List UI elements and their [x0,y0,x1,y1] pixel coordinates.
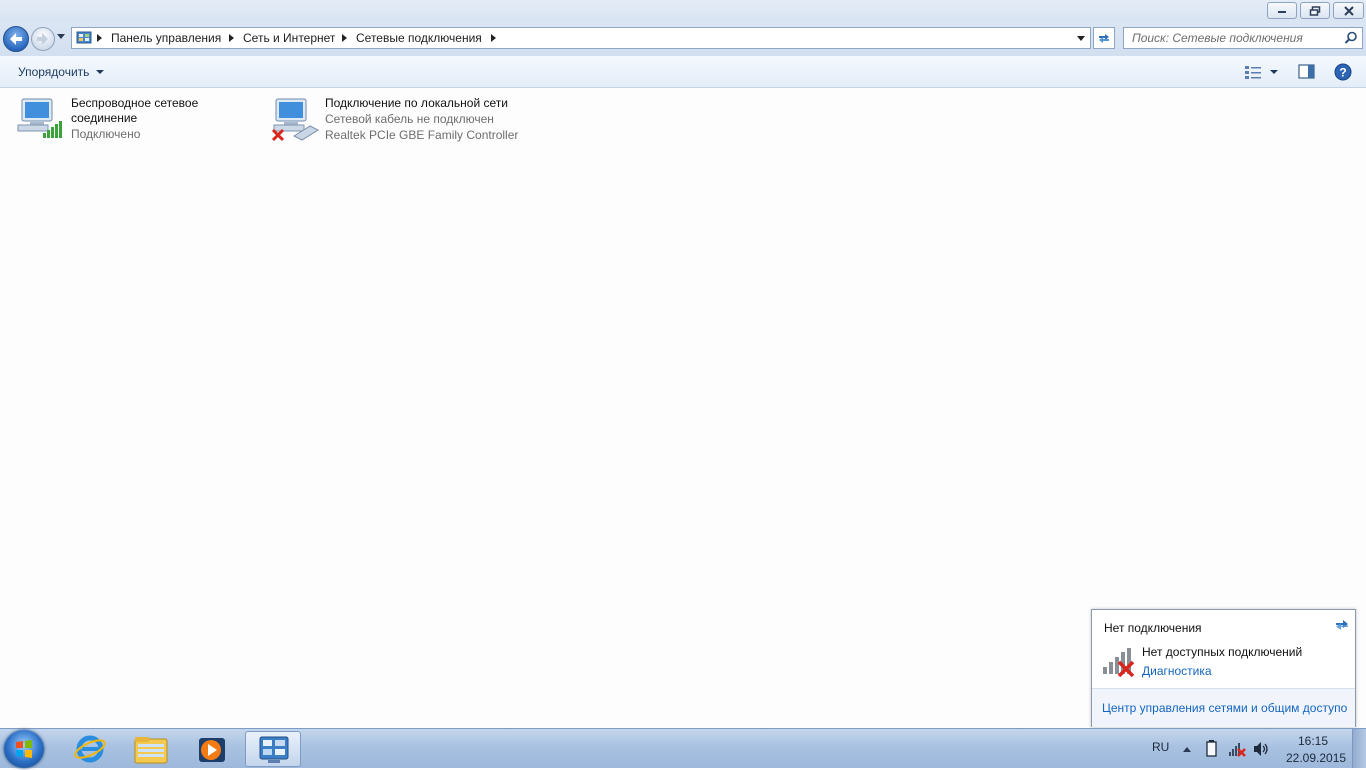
restore-button[interactable] [1300,2,1330,19]
forward-arrow-icon [37,33,48,45]
windows-logo-icon [16,740,32,758]
command-toolbar: Упорядочить ? [0,56,1366,88]
connection-name: Беспроводное сетевое [71,96,199,110]
taskbar: RU 16:15 22.09.2015 [0,728,1366,768]
flyout-footer: Центр управления сетями и общим доступо [1092,688,1355,727]
organize-chevron-down-icon[interactable] [96,70,104,74]
restore-icon [1309,5,1321,16]
search-input[interactable] [1124,28,1346,48]
organize-button[interactable]: Упорядочить [18,65,89,79]
close-button[interactable] [1333,2,1364,19]
breadcrumb-control-panel[interactable]: Панель управления [111,31,221,45]
search-box[interactable] [1123,27,1363,49]
change-view-icon[interactable] [1244,64,1264,80]
address-bar[interactable]: Панель управления Сеть и Интернет Сетевы… [71,27,1091,49]
svg-text:?: ? [1339,66,1346,80]
taskbar-control-panel[interactable] [245,731,301,767]
no-connections-text: Нет доступных подключений [1142,645,1303,659]
volume-icon[interactable] [1252,740,1270,758]
breadcrumb-separator-icon[interactable] [342,34,347,42]
close-icon [1343,5,1354,16]
lan-connection-item[interactable]: Подключение по локальной сети Сетевой ка… [270,96,530,146]
wireless-network-icon [17,98,62,138]
minimize-button[interactable] [1267,2,1297,19]
connection-name: Подключение по локальной сети [325,96,508,110]
taskbar-explorer[interactable] [123,731,179,767]
breadcrumb-separator-icon[interactable] [491,34,496,42]
connection-status: Подключено [71,127,141,141]
back-arrow-icon [10,33,22,45]
address-history-chevron-down-icon[interactable] [1077,36,1085,41]
clock-time[interactable]: 16:15 [1298,734,1328,748]
clock-date[interactable]: 22.09.2015 [1286,751,1346,765]
folder-icon [134,737,168,764]
battery-icon[interactable] [1206,740,1218,758]
refresh-icon [1099,34,1109,43]
connection-status: Сетевой кабель не подключен [325,112,494,126]
taskbar-internet-explorer[interactable] [62,731,118,767]
network-flyout: Нет подключения Нет доступных подключени… [1091,609,1356,727]
help-icon[interactable]: ? [1334,63,1352,81]
show-hidden-icons-chevron-up-icon[interactable] [1183,747,1191,752]
refresh-icon[interactable] [1334,617,1350,633]
wireless-connection-item[interactable]: Беспроводное сетевое соединение Подключе… [16,96,246,146]
breadcrumb-separator-icon[interactable] [229,34,234,42]
network-status-icon[interactable] [1228,740,1248,758]
recent-pages-chevron-down-icon[interactable] [57,34,66,40]
connection-name-line2: соединение [71,111,138,125]
internet-explorer-icon [74,735,106,763]
diagnostics-link[interactable]: Диагностика [1142,664,1212,678]
control-panel-icon [259,736,289,763]
no-connection-signal-icon [1103,648,1135,677]
language-indicator[interactable]: RU [1152,740,1169,754]
taskbar-media-player[interactable] [184,731,240,767]
preview-pane-icon[interactable] [1298,64,1316,80]
breadcrumb-network-internet[interactable]: Сеть и Интернет [243,31,335,45]
navigation-bar: Панель управления Сеть и Интернет Сетевы… [0,22,1366,56]
search-icon[interactable] [1344,31,1358,45]
window-title-bar [0,0,1366,22]
minimize-icon [1278,10,1286,13]
connection-adapter: Realtek PCIe GBE Family Controller [325,128,519,142]
breadcrumb-separator-icon[interactable] [97,34,102,42]
forward-button[interactable] [31,27,55,51]
refresh-button[interactable] [1093,27,1115,49]
network-center-link[interactable]: Центр управления сетями и общим доступо [1102,701,1347,715]
control-panel-icon [76,31,92,44]
back-button[interactable] [3,26,29,52]
media-player-icon [199,738,225,762]
flyout-title: Нет подключения [1104,621,1202,635]
breadcrumb-network-connections[interactable]: Сетевые подключения [356,31,482,45]
ethernet-network-icon [271,98,320,142]
change-view-chevron-down-icon[interactable] [1270,70,1278,74]
start-button[interactable] [4,730,44,768]
show-desktop-button[interactable] [1352,729,1366,768]
